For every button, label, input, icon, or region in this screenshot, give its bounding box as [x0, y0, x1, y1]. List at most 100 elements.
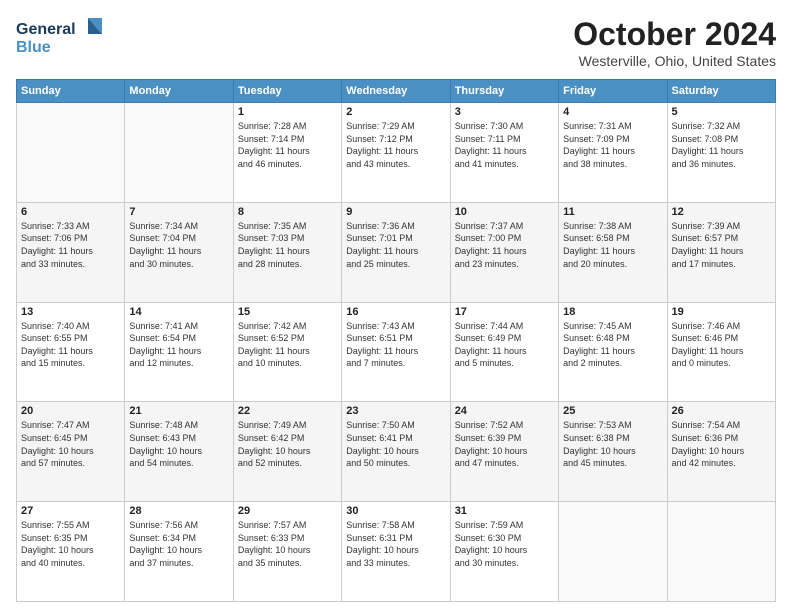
calendar-cell: 15 Sunrise: 7:42 AM Sunset: 6:52 PM Dayli… — [233, 302, 341, 402]
day-info: Sunrise: 7:28 AM Sunset: 7:14 PM Dayligh… — [238, 120, 337, 170]
calendar-cell: 26Sunrise: 7:54 AM Sunset: 6:36 PM Dayli… — [667, 402, 775, 502]
day-number: 2 — [346, 106, 445, 118]
calendar-cell: 12 Sunrise: 7:39 AM Sunset: 6:57 PM Dayli… — [667, 202, 775, 302]
day-number: 20 — [21, 405, 120, 417]
day-info: Sunrise: 7:43 AM Sunset: 6:51 PM Dayligh… — [346, 320, 445, 370]
week-row-5: 27 Sunrise: 7:55 AM Sunset: 6:35 PM Dayli… — [17, 502, 776, 602]
svg-text:General: General — [16, 21, 76, 38]
week-row-3: 13 Sunrise: 7:40 AM Sunset: 6:55 PM Dayli… — [17, 302, 776, 402]
month-title: October 2024 — [573, 16, 776, 53]
calendar-cell: 17 Sunrise: 7:44 AM Sunset: 6:49 PM Dayli… — [450, 302, 558, 402]
calendar-cell — [17, 103, 125, 203]
day-info: Sunrise: 7:32 AM Sunset: 7:08 PM Dayligh… — [672, 120, 771, 170]
calendar-cell: 1Sunrise: 7:28 AM Sunset: 7:14 PM Daylig… — [233, 103, 341, 203]
day-number: 8 — [238, 206, 337, 218]
calendar-cell: 4Sunrise: 7:31 AM Sunset: 7:09 PM Daylig… — [559, 103, 667, 203]
calendar-cell: 20 Sunrise: 7:47 AM Sunset: 6:45 PM Dayli… — [17, 402, 125, 502]
day-number: 6 — [21, 206, 120, 218]
day-info: Sunrise: 7:58 AM Sunset: 6:31 PM Dayligh… — [346, 519, 445, 569]
day-number: 10 — [455, 206, 554, 218]
header: General Blue October 2024 Westerville, O… — [16, 16, 776, 69]
calendar-cell: 2 Sunrise: 7:29 AM Sunset: 7:12 PM Daylig… — [342, 103, 450, 203]
day-info: Sunrise: 7:33 AM Sunset: 7:06 PM Dayligh… — [21, 220, 120, 270]
calendar-cell: 25 Sunrise: 7:53 AM Sunset: 6:38 PM Dayli… — [559, 402, 667, 502]
day-info: Sunrise: 7:38 AM Sunset: 6:58 PM Dayligh… — [563, 220, 662, 270]
day-number: 12 — [672, 206, 771, 218]
col-friday: Friday — [559, 80, 667, 103]
week-row-1: 1Sunrise: 7:28 AM Sunset: 7:14 PM Daylig… — [17, 103, 776, 203]
col-sunday: Sunday — [17, 80, 125, 103]
day-number: 13 — [21, 306, 120, 318]
calendar-cell: 31 Sunrise: 7:59 AM Sunset: 6:30 PM Dayli… — [450, 502, 558, 602]
day-number: 29 — [238, 505, 337, 517]
calendar-cell: 28 Sunrise: 7:56 AM Sunset: 6:34 PM Dayli… — [125, 502, 233, 602]
calendar-cell: 6 Sunrise: 7:33 AM Sunset: 7:06 PM Daylig… — [17, 202, 125, 302]
day-number: 4 — [563, 106, 662, 118]
calendar-cell: 30 Sunrise: 7:58 AM Sunset: 6:31 PM Dayli… — [342, 502, 450, 602]
day-info: Sunrise: 7:50 AM Sunset: 6:41 PM Dayligh… — [346, 419, 445, 469]
day-info: Sunrise: 7:30 AM Sunset: 7:11 PM Dayligh… — [455, 120, 554, 170]
calendar-cell: 13 Sunrise: 7:40 AM Sunset: 6:55 PM Dayli… — [17, 302, 125, 402]
week-row-2: 6 Sunrise: 7:33 AM Sunset: 7:06 PM Daylig… — [17, 202, 776, 302]
day-info: Sunrise: 7:47 AM Sunset: 6:45 PM Dayligh… — [21, 419, 120, 469]
day-info: Sunrise: 7:36 AM Sunset: 7:01 PM Dayligh… — [346, 220, 445, 270]
calendar-cell: 7 Sunrise: 7:34 AM Sunset: 7:04 PM Daylig… — [125, 202, 233, 302]
day-info: Sunrise: 7:49 AM Sunset: 6:42 PM Dayligh… — [238, 419, 337, 469]
calendar-cell: 22 Sunrise: 7:49 AM Sunset: 6:42 PM Dayli… — [233, 402, 341, 502]
day-number: 27 — [21, 505, 120, 517]
calendar-cell: 14Sunrise: 7:41 AM Sunset: 6:54 PM Dayli… — [125, 302, 233, 402]
location: Westerville, Ohio, United States — [573, 53, 776, 69]
day-info: Sunrise: 7:56 AM Sunset: 6:34 PM Dayligh… — [129, 519, 228, 569]
day-number: 30 — [346, 505, 445, 517]
calendar-cell: 11 Sunrise: 7:38 AM Sunset: 6:58 PM Dayli… — [559, 202, 667, 302]
day-number: 31 — [455, 505, 554, 517]
day-info: Sunrise: 7:55 AM Sunset: 6:35 PM Dayligh… — [21, 519, 120, 569]
page: General Blue October 2024 Westerville, O… — [0, 0, 792, 612]
col-monday: Monday — [125, 80, 233, 103]
day-number: 28 — [129, 505, 228, 517]
calendar-cell: 27 Sunrise: 7:55 AM Sunset: 6:35 PM Dayli… — [17, 502, 125, 602]
logo-text: General Blue — [16, 16, 106, 65]
day-number: 19 — [672, 306, 771, 318]
calendar-cell — [667, 502, 775, 602]
svg-text:Blue: Blue — [16, 39, 51, 56]
calendar-cell: 8 Sunrise: 7:35 AM Sunset: 7:03 PM Daylig… — [233, 202, 341, 302]
logo-icon: General Blue — [16, 16, 106, 60]
day-info: Sunrise: 7:42 AM Sunset: 6:52 PM Dayligh… — [238, 320, 337, 370]
day-info: Sunrise: 7:48 AM Sunset: 6:43 PM Dayligh… — [129, 419, 228, 469]
calendar-cell: 29Sunrise: 7:57 AM Sunset: 6:33 PM Dayli… — [233, 502, 341, 602]
col-saturday: Saturday — [667, 80, 775, 103]
day-info: Sunrise: 7:40 AM Sunset: 6:55 PM Dayligh… — [21, 320, 120, 370]
day-number: 15 — [238, 306, 337, 318]
day-info: Sunrise: 7:34 AM Sunset: 7:04 PM Dayligh… — [129, 220, 228, 270]
day-info: Sunrise: 7:35 AM Sunset: 7:03 PM Dayligh… — [238, 220, 337, 270]
calendar-cell: 23Sunrise: 7:50 AM Sunset: 6:41 PM Dayli… — [342, 402, 450, 502]
day-info: Sunrise: 7:44 AM Sunset: 6:49 PM Dayligh… — [455, 320, 554, 370]
day-number: 25 — [563, 405, 662, 417]
day-number: 17 — [455, 306, 554, 318]
day-number: 3 — [455, 106, 554, 118]
calendar-table: Sunday Monday Tuesday Wednesday Thursday… — [16, 79, 776, 602]
day-number: 14 — [129, 306, 228, 318]
day-number: 11 — [563, 206, 662, 218]
day-info: Sunrise: 7:39 AM Sunset: 6:57 PM Dayligh… — [672, 220, 771, 270]
day-number: 22 — [238, 405, 337, 417]
day-number: 18 — [563, 306, 662, 318]
day-number: 24 — [455, 405, 554, 417]
day-info: Sunrise: 7:54 AM Sunset: 6:36 PM Dayligh… — [672, 419, 771, 469]
day-info: Sunrise: 7:46 AM Sunset: 6:46 PM Dayligh… — [672, 320, 771, 370]
day-number: 7 — [129, 206, 228, 218]
calendar-cell: 19 Sunrise: 7:46 AM Sunset: 6:46 PM Dayli… — [667, 302, 775, 402]
calendar-cell: 3 Sunrise: 7:30 AM Sunset: 7:11 PM Daylig… — [450, 103, 558, 203]
day-number: 9 — [346, 206, 445, 218]
calendar-cell: 10Sunrise: 7:37 AM Sunset: 7:00 PM Dayli… — [450, 202, 558, 302]
col-tuesday: Tuesday — [233, 80, 341, 103]
day-info: Sunrise: 7:29 AM Sunset: 7:12 PM Dayligh… — [346, 120, 445, 170]
day-info: Sunrise: 7:52 AM Sunset: 6:39 PM Dayligh… — [455, 419, 554, 469]
day-info: Sunrise: 7:59 AM Sunset: 6:30 PM Dayligh… — [455, 519, 554, 569]
day-info: Sunrise: 7:53 AM Sunset: 6:38 PM Dayligh… — [563, 419, 662, 469]
calendar-cell: 24 Sunrise: 7:52 AM Sunset: 6:39 PM Dayli… — [450, 402, 558, 502]
calendar-cell — [559, 502, 667, 602]
logo: General Blue — [16, 16, 106, 65]
day-info: Sunrise: 7:45 AM Sunset: 6:48 PM Dayligh… — [563, 320, 662, 370]
